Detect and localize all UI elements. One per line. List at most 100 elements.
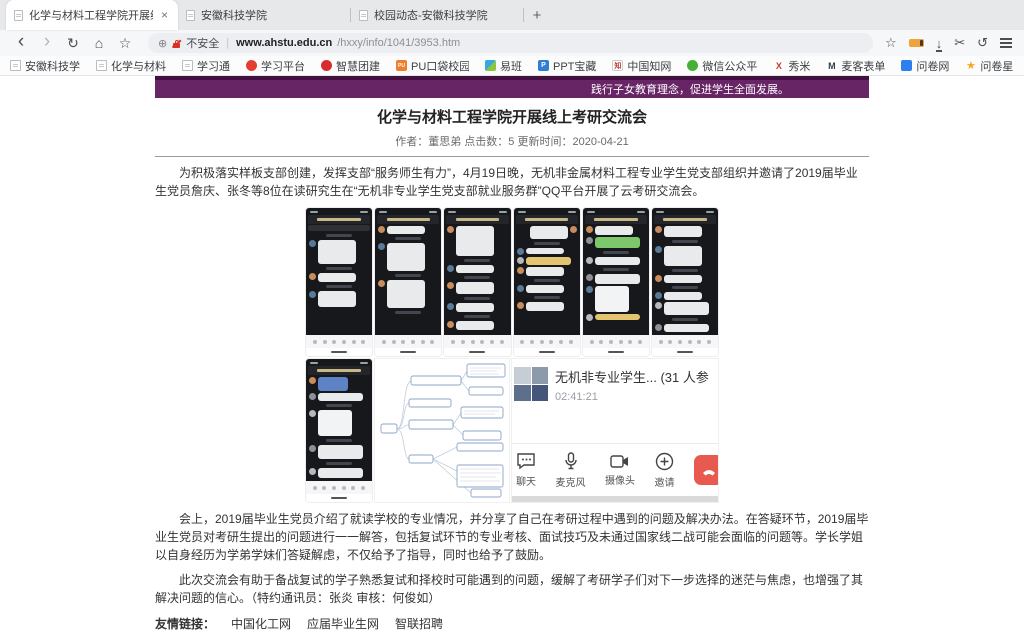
bookmark-cnki[interactable]: 知中国知网 xyxy=(612,58,671,74)
chat-screenshot xyxy=(305,358,373,503)
bookmark-star-icon[interactable]: ☆ xyxy=(885,35,897,51)
chat-input-toolbar xyxy=(652,335,718,348)
chat-bubble xyxy=(664,226,702,237)
back-icon[interactable]: ‹ xyxy=(10,32,32,54)
url-path: /hxxy/info/1041/3953.htm xyxy=(337,37,460,49)
chat-timestamp xyxy=(326,439,352,442)
bookmark-ppt[interactable]: PPPT宝藏 xyxy=(538,58,596,74)
call-timer: 02:41:21 xyxy=(555,391,709,403)
bookmark-yiban[interactable]: 易班 xyxy=(485,58,522,74)
plus-circle-icon xyxy=(655,452,674,471)
bookmark-pu[interactable]: PUPU口袋校园 xyxy=(396,58,469,74)
tab-article[interactable]: 化学与材料工程学院开展线上考 × xyxy=(6,0,178,30)
avatar xyxy=(309,393,316,400)
bookmark-wenjuan[interactable]: 问卷网 xyxy=(901,58,949,74)
phone-screen xyxy=(375,208,441,335)
bookmark-ahstu[interactable]: 安徽科技学 xyxy=(10,58,80,74)
phone-screen xyxy=(583,208,649,335)
tab-close-icon[interactable]: × xyxy=(159,8,170,22)
chat-message xyxy=(378,280,438,308)
chat-bubble xyxy=(526,267,564,276)
bookmark-wechat[interactable]: 微信公众平 xyxy=(687,58,757,74)
extension-battery-icon[interactable] xyxy=(909,39,924,47)
chat-bubble xyxy=(456,226,494,256)
avatar xyxy=(378,226,385,233)
avatar xyxy=(309,240,316,247)
chat-timestamp xyxy=(672,240,698,243)
bookmark-mikecrm[interactable]: M麦客表单 xyxy=(826,58,885,74)
avatar xyxy=(517,267,524,274)
browser-toolbar: ‹ › ↻ ⌂ ☆ ⊕ 不安全 | www.ahstu.edu.cn /hxxy… xyxy=(0,30,1024,56)
download-icon[interactable]: ↓ xyxy=(936,36,943,51)
footer-link-chemnet[interactable]: 中国化工网 xyxy=(231,615,291,632)
forward-icon[interactable]: › xyxy=(36,32,58,54)
chat-screenshot xyxy=(651,207,719,357)
call-chat-button[interactable]: 聊天 xyxy=(516,452,536,488)
footer-link-yjbys[interactable]: 应届毕业生网 xyxy=(307,615,379,632)
chat-timestamp xyxy=(672,286,698,289)
avatar xyxy=(447,282,454,289)
call-mic-button[interactable]: 麦克风 xyxy=(556,452,586,489)
chat-screenshot xyxy=(374,207,442,357)
bookmark-zhihuituanjian[interactable]: 智慧团建 xyxy=(321,58,380,74)
chat-timestamp xyxy=(672,269,698,272)
toolbar-right-icons: ☆ ↓ ✂ ↺ xyxy=(885,35,1014,51)
call-camera-button[interactable]: 摄像头 xyxy=(605,454,635,487)
mindmap-screenshot xyxy=(374,358,510,503)
site-info-icon[interactable]: ⊕ xyxy=(158,37,167,50)
footer-link-zhaopin[interactable]: 智联招聘 xyxy=(395,615,443,632)
chat-message xyxy=(309,273,369,282)
article-paragraph: 为积极落实样板支部创建，发挥支部“服务师生有力”，4月19日晚，无机非金属材料工… xyxy=(155,164,869,200)
chat-message xyxy=(309,377,369,391)
chat-bubble xyxy=(387,226,425,234)
bookmark-xuexipingtai[interactable]: 学习平台 xyxy=(246,58,305,74)
tab-ahstu-home[interactable]: 安徽科技学院 xyxy=(178,0,350,30)
screenshot-scissors-icon[interactable]: ✂ xyxy=(954,35,965,51)
call-invite-button[interactable]: 邀请 xyxy=(655,452,675,489)
chat-bubble xyxy=(530,226,568,239)
chat-message xyxy=(517,226,577,239)
chat-bubble xyxy=(595,237,640,248)
avatar xyxy=(378,280,385,287)
tab-campus-news[interactable]: 校园动态-安徽科技学院 xyxy=(351,0,523,30)
chat-bubble xyxy=(595,286,629,312)
tab-title: 化学与材料工程学院开展线上考 xyxy=(29,7,153,23)
chat-screenshot xyxy=(443,207,511,357)
bookmark-xuexitong[interactable]: 学习通 xyxy=(182,58,230,74)
chat-message xyxy=(586,226,646,235)
page-favicon-icon xyxy=(14,10,23,21)
chat-input-toolbar xyxy=(306,335,372,348)
chat-message xyxy=(517,248,577,255)
call-group-title: 无机非专业学生... (31 人参 xyxy=(555,367,709,386)
avatar xyxy=(655,246,662,253)
chat-bubble xyxy=(318,240,356,264)
favorite-star-icon[interactable]: ☆ xyxy=(114,32,136,54)
chat-timestamp xyxy=(603,268,629,271)
chat-message xyxy=(378,243,438,271)
chat-bubble xyxy=(664,246,702,266)
chat-message xyxy=(309,410,369,436)
avatar xyxy=(655,292,662,299)
chat-header xyxy=(585,215,647,224)
chat-bubble-icon xyxy=(516,452,536,470)
chat-message xyxy=(655,324,715,332)
chat-bubble xyxy=(664,324,709,332)
ppt-icon: P xyxy=(538,60,549,71)
wenjuan-icon xyxy=(901,60,912,71)
new-tab-button[interactable]: + xyxy=(524,2,550,28)
home-icon[interactable]: ⌂ xyxy=(88,32,110,54)
bookmark-xiumi[interactable]: X秀米 xyxy=(773,58,810,74)
mindmap-graphic xyxy=(375,359,509,502)
avatar xyxy=(586,257,593,264)
undo-icon[interactable]: ↺ xyxy=(977,35,988,51)
address-bar[interactable]: ⊕ 不安全 | www.ahstu.edu.cn /hxxy/info/1041… xyxy=(148,33,873,53)
avatar xyxy=(309,291,316,298)
article-image-collage: 无机非专业学生... (31 人参 02:41:21 聊天 麦克风 xyxy=(305,207,719,503)
menu-icon[interactable] xyxy=(1000,38,1012,48)
hangup-button[interactable] xyxy=(694,455,719,485)
bookmark-hxxy[interactable]: 化学与材料 xyxy=(96,58,166,74)
phone-screen xyxy=(514,208,580,335)
reload-icon[interactable]: ↻ xyxy=(62,32,84,54)
chat-bubble xyxy=(318,393,363,401)
bookmark-wjx[interactable]: ★问卷星 xyxy=(965,58,1013,74)
